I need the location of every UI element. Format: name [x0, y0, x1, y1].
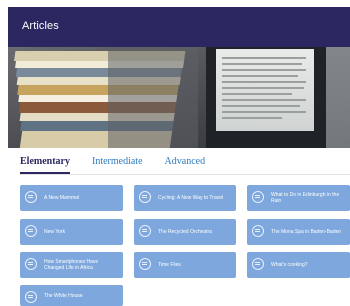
- speech-bubble-icon: [25, 291, 37, 303]
- article-card[interactable]: The Recycled Orchestra: [134, 219, 236, 245]
- article-title: How Smartphones Have Changed Life in Afr…: [44, 259, 99, 271]
- article-card[interactable]: New York: [20, 219, 123, 245]
- speech-bubble-icon: [252, 225, 264, 237]
- article-title: New York: [44, 229, 66, 235]
- article-title: Cycling: A New Way to Travel: [158, 195, 224, 201]
- page-header: Articles: [8, 7, 350, 47]
- speech-bubble-icon: [139, 258, 151, 270]
- article-card[interactable]: The Mona Spa in Baden-Baden: [247, 219, 350, 245]
- tab-elementary[interactable]: Elementary: [20, 156, 70, 174]
- article-card[interactable]: How Smartphones Have Changed Life in Afr…: [20, 252, 123, 278]
- hero-image-books-and-ereader: [8, 47, 350, 148]
- article-card[interactable]: What's cooking?: [247, 252, 350, 278]
- article-card[interactable]: Cycling: A New Way to Travel: [134, 185, 236, 211]
- tab-advanced[interactable]: Advanced: [165, 156, 206, 174]
- speech-bubble-icon: [25, 191, 37, 203]
- speech-bubble-icon: [252, 258, 264, 270]
- article-card[interactable]: Time Flies: [134, 252, 236, 278]
- article-title: The Recycled Orchestra: [158, 229, 212, 235]
- article-card[interactable]: A New Mammal: [20, 185, 123, 211]
- tab-intermediate[interactable]: Intermediate: [92, 156, 143, 174]
- speech-bubble-icon: [139, 225, 151, 237]
- article-title: The White House: [44, 292, 83, 299]
- article-title: Time Flies: [158, 262, 181, 268]
- speech-bubble-icon: [252, 191, 264, 203]
- tabs-divider: [20, 174, 350, 175]
- speech-bubble-icon: [25, 258, 37, 270]
- level-tabs: Elementary Intermediate Advanced: [20, 156, 227, 174]
- article-card[interactable]: The White House: [20, 285, 123, 306]
- article-title: What to Do in Edinburgh in the Rain: [271, 192, 340, 204]
- article-title: What's cooking?: [271, 262, 308, 268]
- hero-illustration: [8, 47, 350, 148]
- article-title: The Mona Spa in Baden-Baden: [271, 229, 342, 235]
- page-title: Articles: [22, 20, 59, 32]
- article-title: A New Mammal: [44, 195, 80, 201]
- speech-bubble-icon: [25, 225, 37, 237]
- article-card[interactable]: What to Do in Edinburgh in the Rain: [247, 185, 350, 211]
- speech-bubble-icon: [139, 191, 151, 203]
